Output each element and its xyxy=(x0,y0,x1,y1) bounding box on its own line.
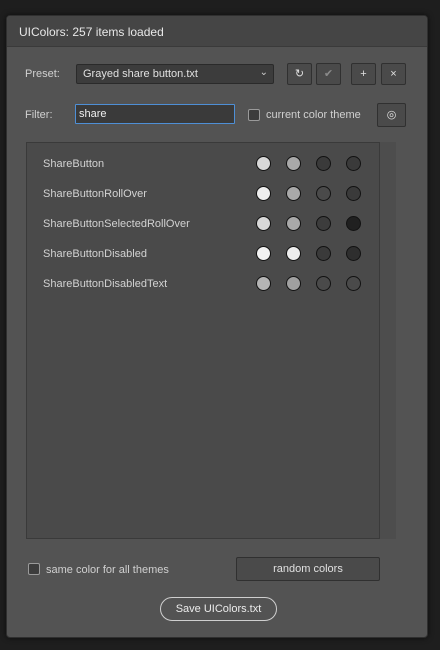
close-icon: × xyxy=(390,68,397,80)
color-swatch[interactable] xyxy=(286,186,301,201)
color-swatch[interactable] xyxy=(286,156,301,171)
title-bar[interactable]: UIColors: 257 items loaded xyxy=(7,16,427,47)
close-button[interactable]: × xyxy=(381,63,406,85)
list-item[interactable]: ShareButtonDisabled xyxy=(27,240,379,270)
color-swatch[interactable] xyxy=(256,186,271,201)
item-name: ShareButtonDisabled xyxy=(43,248,147,260)
preset-value: Grayed share button.txt xyxy=(83,68,198,80)
uicolors-dialog: UIColors: 257 items loaded Preset: Graye… xyxy=(6,15,428,638)
filter-input[interactable]: share xyxy=(75,104,235,124)
color-swatch[interactable] xyxy=(346,246,361,261)
list-item[interactable]: ShareButtonRollOver xyxy=(27,180,379,210)
color-swatch[interactable] xyxy=(316,156,331,171)
checkmark-button[interactable]: ✔ xyxy=(316,63,341,85)
checkmark-icon: ✔ xyxy=(323,68,334,80)
preset-dropdown[interactable]: Grayed share button.txt ⌄ xyxy=(76,64,274,84)
color-swatch[interactable] xyxy=(256,246,271,261)
list-item[interactable]: ShareButtonSelectedRollOver xyxy=(27,210,379,240)
color-swatch[interactable] xyxy=(316,216,331,231)
color-swatch[interactable] xyxy=(316,276,331,291)
current-color-theme-label: current color theme xyxy=(266,109,361,121)
color-item-list: ShareButton ShareButtonRollOver ShareButto… xyxy=(26,142,380,539)
chevron-down-icon: ⌄ xyxy=(259,67,268,78)
color-swatch[interactable] xyxy=(286,276,301,291)
color-swatch[interactable] xyxy=(346,216,361,231)
random-colors-button[interactable]: random colors xyxy=(236,557,380,581)
color-swatch[interactable] xyxy=(286,216,301,231)
current-color-theme-checkbox[interactable] xyxy=(248,109,260,121)
plus-icon: + xyxy=(360,68,367,80)
color-swatch[interactable] xyxy=(346,156,361,171)
color-swatch[interactable] xyxy=(346,276,361,291)
same-color-all-themes-checkbox[interactable] xyxy=(28,563,40,575)
filter-label: Filter: xyxy=(25,109,53,121)
list-item[interactable]: ShareButton xyxy=(27,150,379,180)
color-swatch[interactable] xyxy=(316,246,331,261)
preset-label: Preset: xyxy=(25,68,60,80)
item-name: ShareButton xyxy=(43,158,105,170)
color-swatch[interactable] xyxy=(256,216,271,231)
window-title: UIColors: 257 items loaded xyxy=(19,25,164,39)
save-button[interactable]: Save UIColors.txt xyxy=(160,597,277,621)
color-swatch[interactable] xyxy=(256,156,271,171)
target-icon: ◎ xyxy=(386,109,397,121)
color-swatch[interactable] xyxy=(256,276,271,291)
item-name: ShareButtonSelectedRollOver xyxy=(43,218,190,230)
filter-value: share xyxy=(79,108,107,120)
color-swatch[interactable] xyxy=(286,246,301,261)
list-scrollbar[interactable] xyxy=(380,142,396,539)
plus-button[interactable]: + xyxy=(351,63,376,85)
item-name: ShareButtonDisabledText xyxy=(43,278,168,290)
item-name: ShareButtonRollOver xyxy=(43,188,147,200)
color-swatch[interactable] xyxy=(316,186,331,201)
refresh-button[interactable]: ↻ xyxy=(287,63,312,85)
refresh-icon: ↻ xyxy=(294,68,305,80)
theme-target-button[interactable]: ◎ xyxy=(377,103,406,127)
color-swatch[interactable] xyxy=(346,186,361,201)
list-item[interactable]: ShareButtonDisabledText xyxy=(27,270,379,300)
same-color-all-themes-label: same color for all themes xyxy=(46,564,169,576)
